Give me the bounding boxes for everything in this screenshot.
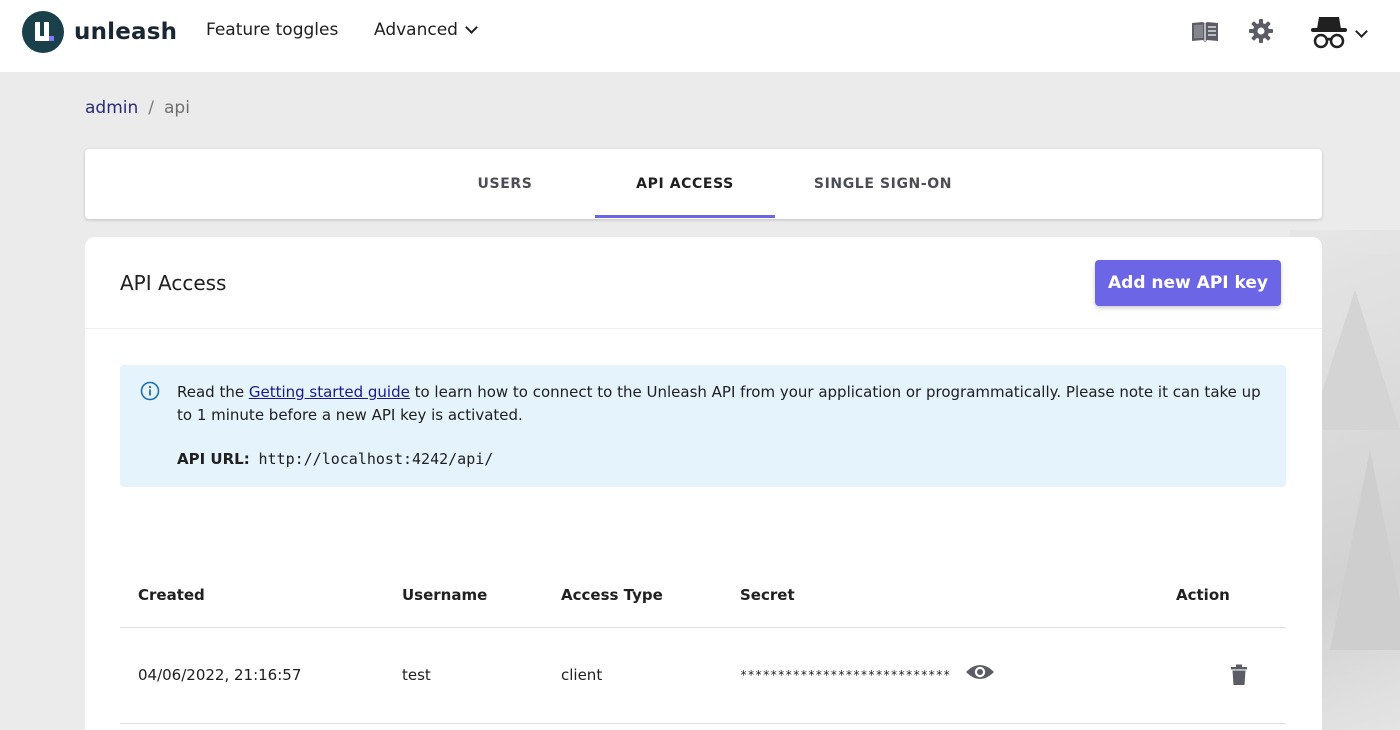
show-secret-eye-icon[interactable] xyxy=(965,662,995,686)
cell-access-type: client xyxy=(561,666,603,684)
user-menu[interactable] xyxy=(1309,12,1368,56)
admin-tabs: USERS API ACCESS SINGLE SIGN-ON xyxy=(85,149,1322,219)
top-navbar: unleash Feature toggles Advanced xyxy=(0,0,1400,72)
api-url-label: API URL: xyxy=(177,450,250,468)
header-username[interactable]: Username xyxy=(402,586,487,604)
chevron-down-icon xyxy=(1355,25,1368,38)
gear-icon[interactable] xyxy=(1248,18,1274,48)
unleash-logo[interactable]: unleash xyxy=(22,11,177,53)
info-alert: Read the Getting started guide to learn … xyxy=(120,365,1286,487)
api-url-row: API URL: http://localhost:4242/api/ xyxy=(177,450,493,468)
delete-trash-icon[interactable] xyxy=(1230,664,1248,690)
docs-book-icon[interactable] xyxy=(1190,20,1220,48)
active-tab-indicator xyxy=(595,215,775,218)
breadcrumb-separator: / xyxy=(148,98,155,118)
tab-single-sign-on[interactable]: SINGLE SIGN-ON xyxy=(795,149,971,219)
panel-header: API Access Add new API key xyxy=(85,237,1322,329)
breadcrumb: admin / api xyxy=(85,98,190,118)
api-keys-table: Created Username Access Type Secret Acti… xyxy=(120,567,1286,724)
breadcrumb-current: api xyxy=(164,98,190,118)
info-icon xyxy=(140,381,160,405)
nav-feature-toggles[interactable]: Feature toggles xyxy=(206,20,338,40)
info-message: Read the Getting started guide to learn … xyxy=(177,381,1272,427)
header-action: Action xyxy=(1176,586,1230,604)
incognito-avatar-icon xyxy=(1309,12,1349,56)
cell-secret: **************************** xyxy=(740,668,951,682)
logo-text: unleash xyxy=(74,19,178,45)
info-prefix: Read the xyxy=(177,383,249,401)
api-access-panel: API Access Add new API key Read the Gett… xyxy=(85,237,1322,730)
nav-advanced-dropdown[interactable]: Advanced xyxy=(374,20,478,40)
page-title: API Access xyxy=(120,271,227,295)
tab-api-access[interactable]: API ACCESS xyxy=(595,149,775,219)
getting-started-link[interactable]: Getting started guide xyxy=(249,383,410,401)
api-url-value: http://localhost:4242/api/ xyxy=(258,450,494,468)
nav-advanced-label: Advanced xyxy=(374,20,458,40)
cell-username: test xyxy=(402,666,431,684)
header-access-type[interactable]: Access Type xyxy=(561,586,663,604)
unleash-logo-icon xyxy=(22,11,64,53)
header-created[interactable]: Created xyxy=(138,586,205,604)
cell-created: 04/06/2022, 21:16:57 xyxy=(138,666,302,684)
table-row: 04/06/2022, 21:16:57 test client *******… xyxy=(120,628,1286,724)
tab-users[interactable]: USERS xyxy=(445,149,565,219)
chevron-down-icon xyxy=(465,21,478,34)
breadcrumb-admin[interactable]: admin xyxy=(85,98,138,118)
add-api-key-button[interactable]: Add new API key xyxy=(1095,260,1281,306)
table-header-row: Created Username Access Type Secret Acti… xyxy=(120,567,1286,628)
header-secret: Secret xyxy=(740,586,795,604)
